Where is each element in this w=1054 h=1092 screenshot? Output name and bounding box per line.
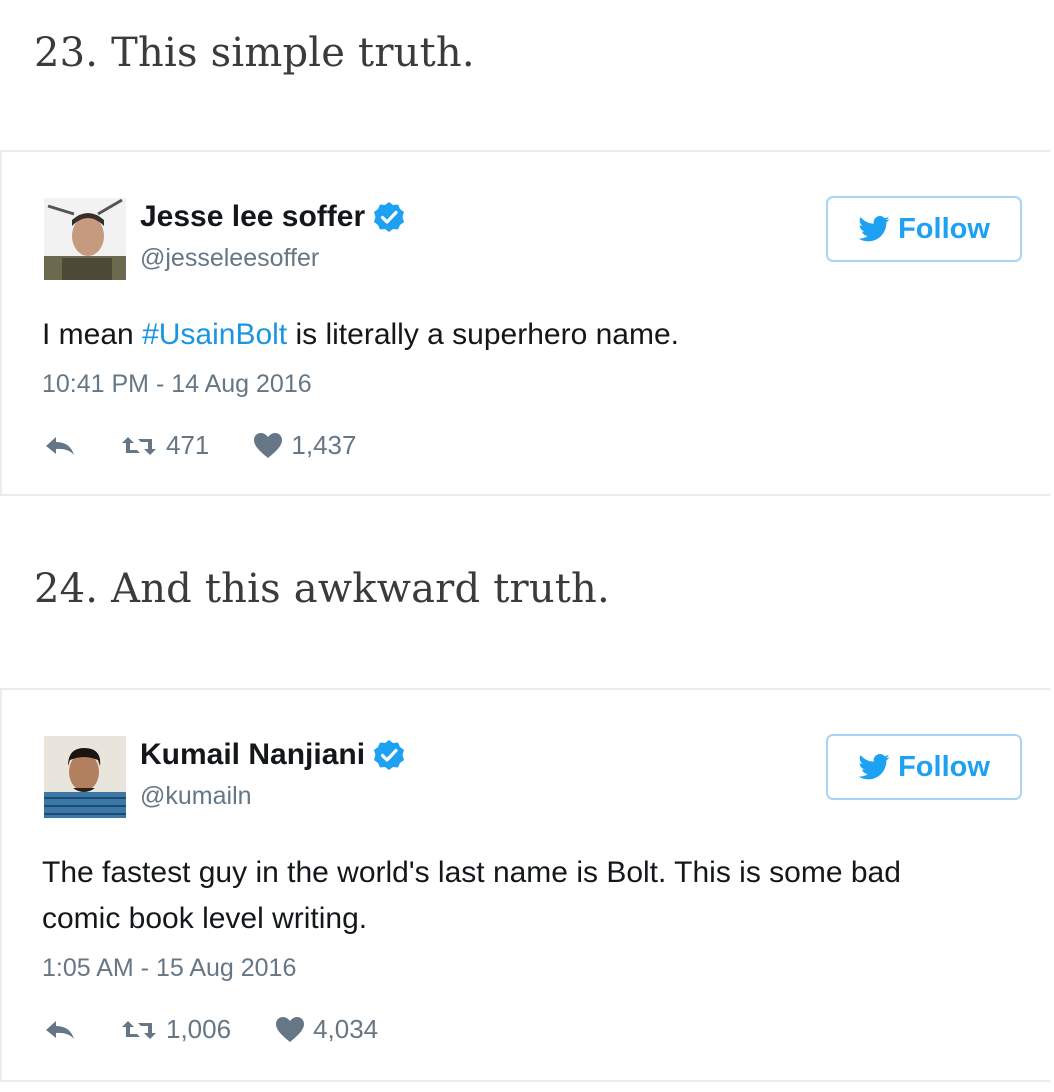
heart-icon bbox=[276, 1016, 305, 1042]
tweet-text-end: is literally a superhero name. bbox=[287, 318, 679, 351]
section-heading-23: 23. This simple truth. bbox=[34, 30, 475, 76]
retweet-icon bbox=[122, 1020, 156, 1039]
tweet-timestamp[interactable]: 10:41 PM - 14 Aug 2016 bbox=[42, 370, 312, 399]
tweet-actions: 471 1,437 bbox=[42, 430, 356, 461]
tweet-timestamp[interactable]: 1:05 AM - 15 Aug 2016 bbox=[42, 954, 296, 983]
tweet-text: I mean #UsainBolt is literally a superhe… bbox=[42, 312, 990, 358]
verified-badge-icon bbox=[374, 202, 405, 232]
like-count: 4,034 bbox=[313, 1014, 379, 1044]
follow-label: Follow bbox=[898, 750, 990, 783]
like-button[interactable]: 4,034 bbox=[275, 1014, 378, 1045]
retweet-button[interactable]: 471 bbox=[120, 430, 209, 461]
follow-button[interactable]: Follow bbox=[826, 734, 1022, 800]
hashtag-link[interactable]: #UsainBolt bbox=[142, 318, 287, 351]
tweet-text: The fastest guy in the world's last name… bbox=[42, 856, 901, 935]
retweet-button[interactable]: 1,006 bbox=[120, 1014, 231, 1045]
tweet-card: Kumail Nanjiani @kumailn Follow The fast… bbox=[0, 688, 1050, 1082]
like-count: 1,437 bbox=[291, 430, 357, 460]
tweet-card: Jesse lee soffer @jesseleesoffer Follow … bbox=[0, 150, 1050, 496]
follow-button[interactable]: Follow bbox=[826, 196, 1022, 262]
follow-label: Follow bbox=[898, 212, 990, 245]
twitter-bird-icon bbox=[858, 754, 890, 780]
author-handle[interactable]: @kumailn bbox=[140, 782, 252, 811]
reply-icon bbox=[46, 1020, 74, 1039]
author-name[interactable]: Kumail Nanjiani bbox=[140, 738, 365, 772]
retweet-icon bbox=[122, 436, 156, 455]
author-name[interactable]: Jesse lee soffer bbox=[140, 200, 365, 234]
retweet-count: 1,006 bbox=[166, 1014, 232, 1044]
author-row: Kumail Nanjiani bbox=[140, 738, 405, 772]
avatar[interactable] bbox=[44, 736, 126, 818]
section-heading-24: 24. And this awkward truth. bbox=[34, 566, 610, 612]
reply-icon bbox=[46, 436, 74, 455]
like-button[interactable]: 1,437 bbox=[253, 430, 356, 461]
reply-button[interactable] bbox=[42, 1017, 78, 1043]
tweet-actions: 1,006 4,034 bbox=[42, 1014, 378, 1045]
retweet-count: 471 bbox=[166, 430, 210, 460]
author-handle[interactable]: @jesseleesoffer bbox=[140, 244, 319, 273]
reply-button[interactable] bbox=[42, 433, 78, 459]
verified-badge-icon bbox=[374, 740, 405, 770]
tweet-text-start: I mean bbox=[42, 318, 143, 351]
heart-icon bbox=[254, 432, 283, 458]
twitter-bird-icon bbox=[858, 216, 890, 242]
avatar[interactable] bbox=[44, 198, 126, 280]
author-row: Jesse lee soffer bbox=[140, 200, 405, 234]
